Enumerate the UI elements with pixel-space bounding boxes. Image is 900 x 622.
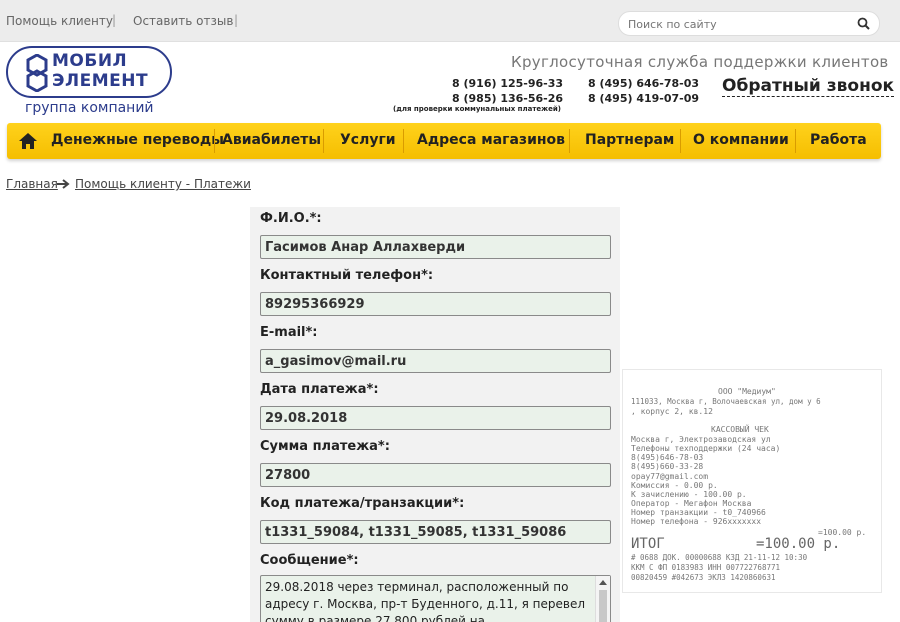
message-field[interactable]: 29.08.2018 через терминал, расположенный…	[260, 575, 611, 622]
callback-link[interactable]: Обратный звонок	[722, 76, 895, 97]
nav-divider	[795, 129, 796, 153]
nav-partners[interactable]: Партнерам	[585, 132, 674, 148]
phone-number: 8 (495) 646-78-03	[588, 77, 700, 90]
receipt-line: 8(495)646-78-03	[631, 453, 704, 462]
amount-field[interactable]	[260, 463, 611, 487]
main-nav: Денежные переводы Авиабилеты Услуги Адре…	[7, 123, 881, 159]
message-scrollbar[interactable]	[595, 576, 610, 622]
nav-money-transfers[interactable]: Денежные переводы	[51, 132, 224, 148]
scrollbar-thumb[interactable]	[599, 590, 607, 622]
phone-label: Контактный телефон*:	[260, 268, 434, 283]
transaction-code-label: Код платежа/транзакции*:	[260, 496, 465, 511]
receipt-line: opay77@gmail.com	[631, 472, 709, 481]
feedback-link[interactable]: Оставить отзыв	[133, 14, 233, 28]
receipt-line: , корпус 2, кв.12	[631, 407, 713, 416]
nav-divider	[403, 129, 404, 153]
message-label: Сообщение*:	[260, 553, 359, 568]
nav-divider	[323, 129, 324, 153]
top-separator: |	[234, 13, 239, 27]
scroll-up-icon[interactable]	[599, 580, 607, 585]
hexagon-logo-icon	[26, 54, 48, 92]
home-icon[interactable]	[19, 133, 37, 149]
receipt-line: 8(495)660-33-28	[631, 462, 704, 471]
receipt-total-value: =100.00 р.	[756, 536, 841, 552]
receipt-line: Номер транзакции - t0_740966	[631, 508, 766, 517]
nav-divider	[680, 129, 681, 153]
receipt-line: Москва г, Электрозаводская ул	[631, 435, 771, 444]
phone-number: 8 (495) 419-07-09	[588, 92, 700, 105]
top-separator: |	[112, 13, 117, 27]
breadcrumb-current[interactable]: Помощь клиенту - Платежи	[75, 177, 251, 191]
search-icon[interactable]	[856, 16, 872, 32]
support-tagline: Круглосуточная служба поддержки клиентов	[511, 53, 889, 71]
receipt-line: 00820459 #042673 ЭКЛЗ 1420860631	[631, 573, 776, 582]
breadcrumb-home[interactable]: Главная	[6, 177, 58, 191]
logo-text-line1: МОБИЛ	[52, 51, 128, 71]
email-field[interactable]	[260, 349, 611, 373]
receipt-line: ООО "Медиум"	[718, 387, 776, 396]
receipt-total-label: ИТОГ	[631, 536, 665, 552]
receipt-line: # 0688 ДОК. 00000688 КЗД 21-11-12 10:30	[631, 553, 808, 562]
receipt-line: Номер телефона - 926xxxxxxx	[631, 517, 762, 526]
receipt-line: Комиссия - 0.00 р.	[631, 481, 718, 490]
date-label: Дата платежа*:	[260, 382, 379, 397]
arrow-right-icon	[57, 179, 70, 189]
nav-store-addresses[interactable]: Адреса магазинов	[417, 132, 565, 148]
phone-field[interactable]	[260, 292, 611, 316]
transaction-code-field[interactable]	[260, 520, 611, 544]
fio-label: Ф.И.О.*:	[260, 211, 322, 226]
nav-divider	[569, 129, 570, 153]
phone-number: 8 (985) 136-56-26	[452, 92, 564, 105]
top-bar: Помощь клиенту | Оставить отзыв |	[0, 0, 900, 42]
receipt-line: К зачислению - 100.00 р.	[631, 490, 747, 499]
nav-services[interactable]: Услуги	[340, 132, 396, 148]
receipt-line: Телефоны техподдержки (24 часа)	[631, 444, 781, 453]
search-input[interactable]	[628, 16, 848, 32]
receipt-line: ККМ С ФП 0183983 ИНН 007722768771	[631, 563, 781, 572]
receipt-line: 111033, Москва г, Волочаевская ул, дом у…	[631, 397, 821, 406]
search-box	[618, 11, 880, 36]
logo-subtitle: группа компаний	[25, 100, 154, 116]
nav-about[interactable]: О компании	[693, 132, 789, 148]
nav-air-tickets[interactable]: Авиабилеты	[222, 132, 321, 148]
fio-field[interactable]	[260, 235, 611, 259]
company-logo[interactable]: МОБИЛ ЭЛЕМЕНТ	[6, 46, 172, 98]
receipt-line: Оператор - Мегафон Москва	[631, 499, 752, 508]
nav-jobs[interactable]: Работа	[810, 132, 867, 148]
logo-text-line2: ЭЛЕМЕНТ	[52, 71, 149, 91]
receipt-line: КАССОВЫЙ ЧЕК	[711, 425, 769, 434]
email-label: E-mail*:	[260, 325, 318, 340]
nav-divider	[214, 129, 215, 153]
amount-label: Сумма платежа*:	[260, 439, 390, 454]
help-link[interactable]: Помощь клиенту	[6, 14, 113, 28]
phone-number: 8 (916) 125-96-33	[452, 77, 564, 90]
receipt-image: ООО "Медиум" 111033, Москва г, Волочаевс…	[622, 369, 882, 593]
date-field[interactable]	[260, 406, 611, 430]
phone-note: (для проверки коммунальных платежей)	[393, 105, 561, 113]
